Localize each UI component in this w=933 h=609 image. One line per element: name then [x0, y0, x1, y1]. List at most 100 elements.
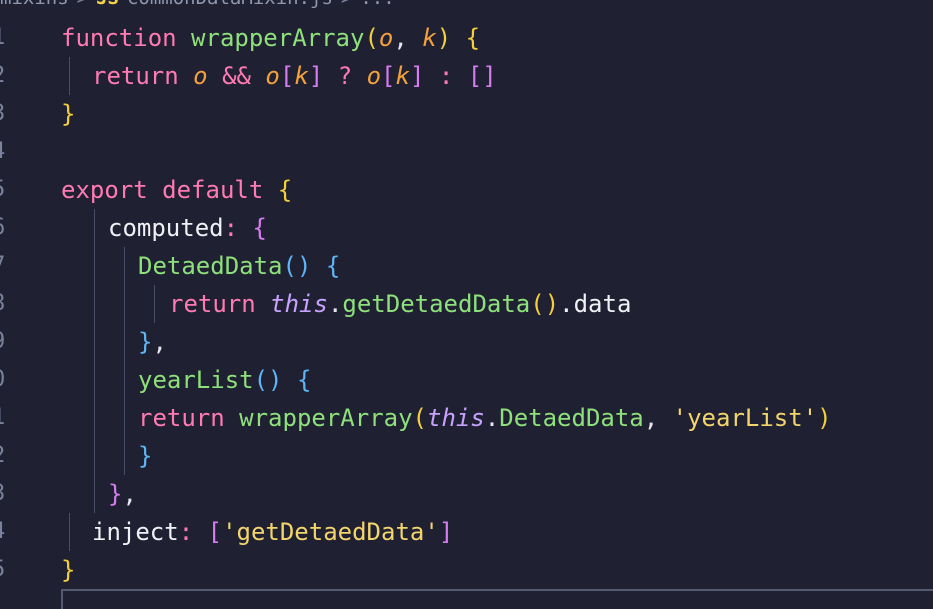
brace: } — [61, 556, 76, 584]
bracket: [ — [279, 62, 295, 90]
keyword: return — [92, 62, 179, 90]
indent-guide — [154, 285, 155, 323]
keyword: function — [61, 24, 177, 52]
code-line[interactable]: function wrapperArray(o, k) { — [0, 19, 933, 57]
indent-guide — [124, 323, 125, 361]
bracket: ] — [409, 62, 425, 90]
method-name: DetaedData — [138, 252, 283, 280]
breadcrumb-folder[interactable]: mixins — [0, 0, 69, 9]
property: inject — [92, 518, 179, 546]
code-line[interactable]: }, — [0, 475, 933, 513]
punctuation: : — [223, 214, 239, 242]
bracket: ] — [308, 62, 324, 90]
code-line[interactable] — [0, 133, 933, 171]
string-literal: 'yearList' — [672, 404, 818, 432]
parameter: k — [422, 24, 437, 52]
function-call: wrapperArray — [239, 404, 413, 432]
this-keyword: this — [427, 404, 485, 432]
indent-guide — [94, 437, 95, 475]
javascript-file-icon: JS — [96, 0, 119, 9]
breadcrumb-separator-2: > — [341, 0, 352, 9]
paren: () — [282, 252, 312, 280]
breadcrumb-file[interactable]: commonDataMixin.js — [127, 0, 333, 9]
breadcrumb-more[interactable]: ... — [360, 0, 394, 9]
property: .data — [559, 290, 632, 318]
keyword: default — [162, 176, 264, 204]
keyword: return — [138, 404, 225, 432]
property: DetaedData — [499, 404, 644, 432]
brace: } — [138, 328, 153, 356]
code-line[interactable]: }, — [0, 323, 933, 361]
indent-guide — [94, 247, 95, 285]
variable: k — [294, 62, 309, 90]
punctuation: . — [484, 404, 500, 432]
brace: { — [325, 252, 341, 280]
indent-guide — [94, 475, 95, 513]
brace: } — [108, 480, 123, 508]
variable: o — [265, 62, 280, 90]
variable: o — [193, 62, 208, 90]
brace: { — [252, 214, 267, 242]
indent-guide — [69, 57, 70, 95]
code-line[interactable]: } — [0, 551, 933, 589]
code-line[interactable]: return this.getDetaedData().data — [0, 285, 933, 323]
keyword: export — [61, 176, 148, 204]
paren: ) — [436, 24, 452, 52]
indent-guide — [94, 285, 95, 323]
indent-guide — [124, 437, 125, 475]
code-line[interactable]: } — [0, 437, 933, 475]
brace: } — [138, 442, 153, 470]
paren: () — [530, 290, 560, 318]
method-call: getDetaedData — [342, 290, 531, 318]
indent-guide — [124, 361, 125, 399]
indent-guide — [94, 399, 95, 437]
operator: && — [222, 62, 251, 90]
operator: : — [438, 62, 454, 90]
punctuation: . — [327, 290, 343, 318]
code-line[interactable]: } — [0, 95, 933, 133]
paren: ( — [364, 24, 379, 52]
punctuation: , — [643, 404, 673, 432]
punctuation: , — [393, 24, 423, 52]
code-editor[interactable]: mixins>JScommonDataMixin.js>... 1 2 3 4 … — [0, 0, 933, 609]
code-line[interactable]: export default { — [0, 171, 933, 209]
indent-guide — [124, 247, 125, 285]
keyword: return — [169, 290, 256, 318]
brace: { — [296, 366, 312, 394]
code-line[interactable]: yearList() { — [0, 361, 933, 399]
variable: k — [395, 62, 410, 90]
this-keyword: this — [270, 290, 328, 318]
breadcrumb-separator: > — [77, 0, 88, 9]
parameter: o — [378, 24, 394, 52]
function-name: wrapperArray — [191, 24, 365, 52]
property: computed — [108, 214, 224, 242]
current-line-highlight — [61, 589, 933, 609]
indent-guide — [94, 209, 95, 247]
indent-guide — [94, 361, 95, 399]
indent-guide — [69, 513, 70, 551]
brace: { — [277, 176, 293, 204]
bracket: [] — [467, 62, 497, 90]
brace: { — [465, 24, 481, 52]
method-name: yearList — [138, 366, 254, 394]
paren: ) — [817, 404, 832, 432]
string-literal: 'getDetaedData' — [222, 518, 439, 546]
variable: o — [366, 62, 382, 90]
code-line[interactable]: inject: ['getDetaedData'] — [0, 513, 933, 551]
punctuation: : — [178, 518, 194, 546]
punctuation: , — [122, 480, 137, 508]
bracket: [ — [207, 518, 223, 546]
code-line[interactable]: computed: { — [0, 209, 933, 247]
bracket: ] — [438, 518, 454, 546]
code-line[interactable]: return o && o[k] ? o[k] : [] — [0, 57, 933, 95]
code-line[interactable]: DetaedData() { — [0, 247, 933, 285]
paren: ( — [412, 404, 427, 432]
indent-guide — [124, 285, 125, 323]
breadcrumb: mixins > JS commonDataMixin.js >... — [0, 0, 395, 10]
code-area[interactable]: function wrapperArray(o, k) { return o &… — [0, 19, 933, 589]
operator: ? — [337, 62, 353, 90]
code-line[interactable]: return wrapperArray(this.DetaedData, 'ye… — [0, 399, 933, 437]
punctuation: , — [152, 328, 167, 356]
indent-guide — [94, 323, 95, 361]
brace: } — [61, 100, 76, 128]
